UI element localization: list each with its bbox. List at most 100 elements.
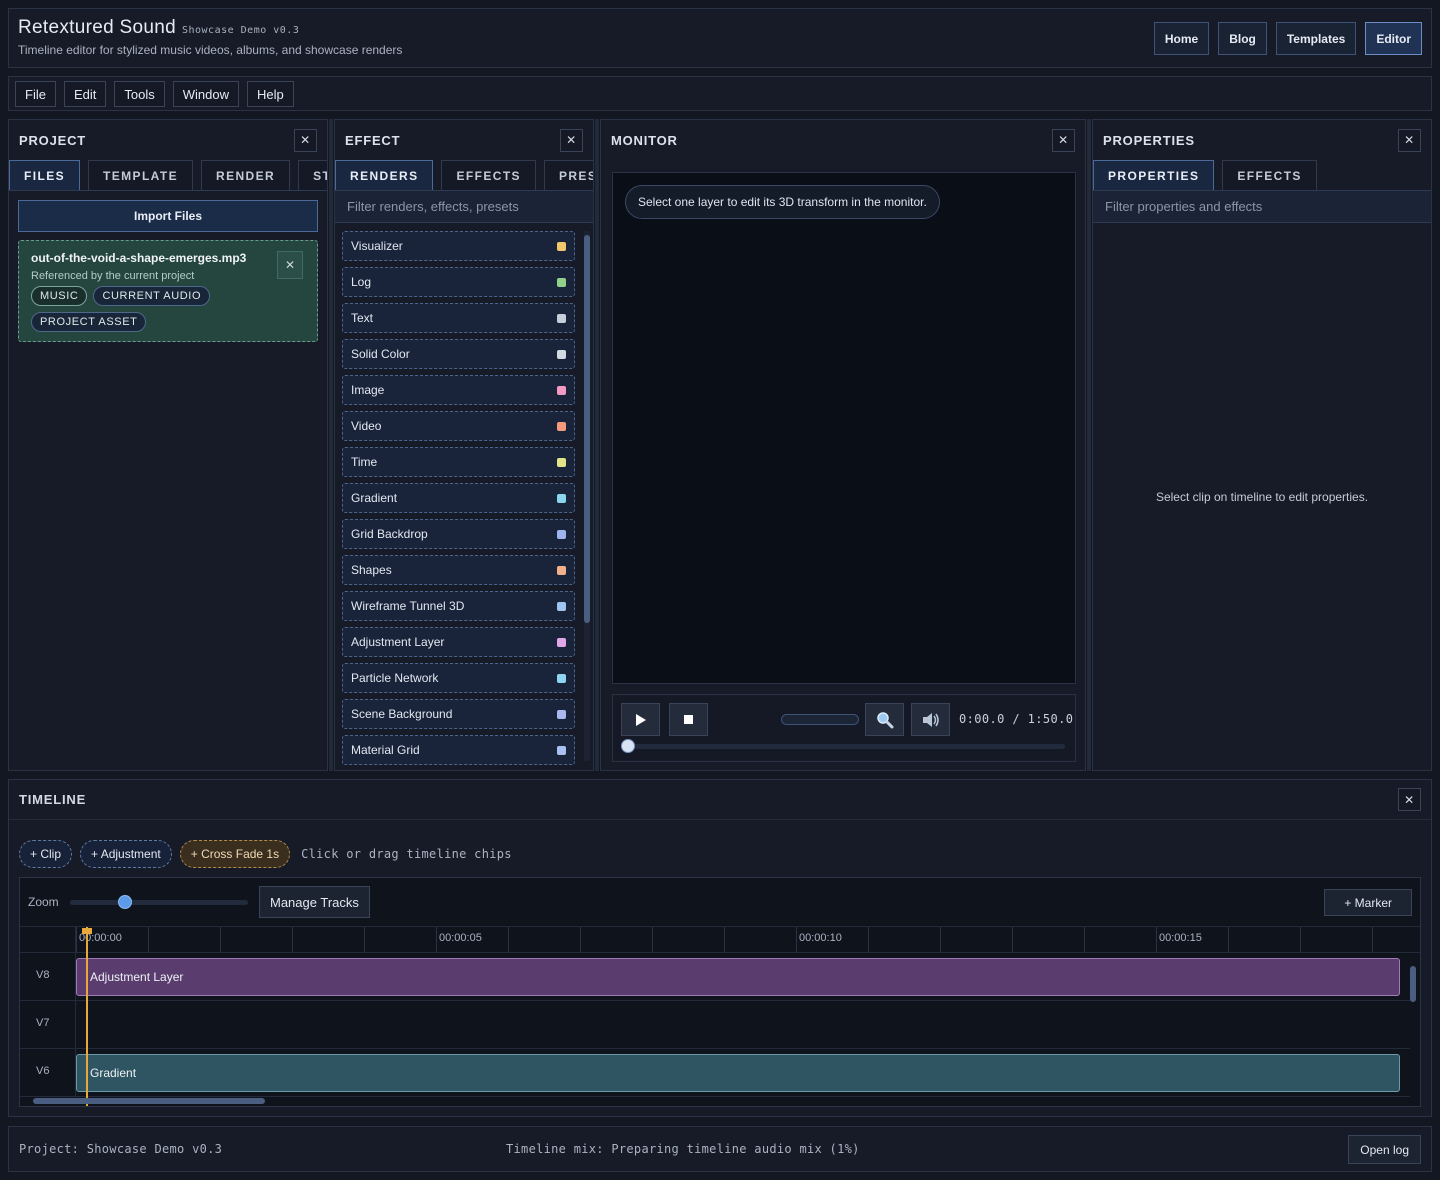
- file-name: out-of-the-void-a-shape-emerges.mp3: [31, 251, 247, 265]
- timeline-clip[interactable]: Gradient: [76, 1054, 1400, 1092]
- render-item[interactable]: Text: [342, 303, 575, 333]
- render-item[interactable]: Shapes: [342, 555, 575, 585]
- ruler-tick: [1372, 927, 1373, 953]
- file-card[interactable]: out-of-the-void-a-shape-emerges.mp3 Refe…: [18, 240, 318, 342]
- add-marker-button[interactable]: + Marker: [1324, 889, 1412, 916]
- ruler-tick: [220, 927, 221, 953]
- menu-help[interactable]: Help: [246, 81, 294, 107]
- remove-file-button[interactable]: ✕: [277, 251, 303, 279]
- playback-scrubber[interactable]: [621, 739, 1065, 753]
- nav-home-button[interactable]: Home: [1153, 22, 1210, 55]
- render-item-label: Visualizer: [351, 239, 403, 253]
- mute-button[interactable]: [911, 703, 950, 736]
- scrollbar-thumb[interactable]: [33, 1098, 265, 1104]
- app-header: Retextured Sound Showcase Demo v0.3 Timel…: [8, 8, 1432, 68]
- open-log-button[interactable]: Open log: [1348, 1135, 1421, 1164]
- playhead[interactable]: [86, 927, 88, 1106]
- scrubber-knob[interactable]: [621, 739, 635, 753]
- render-item[interactable]: Image: [342, 375, 575, 405]
- properties-filter-input[interactable]: [1093, 191, 1431, 223]
- zoom-knob[interactable]: [118, 895, 132, 909]
- tab-st[interactable]: ST: [298, 160, 327, 190]
- color-swatch: [557, 673, 566, 683]
- render-item[interactable]: Grid Backdrop: [342, 519, 575, 549]
- tab-files[interactable]: FILES: [9, 160, 81, 190]
- timeline-vertical-scrollbar[interactable]: [1410, 962, 1416, 1092]
- tab-effects[interactable]: EFFECTS: [441, 160, 536, 190]
- monitor-viewport[interactable]: Select one layer to edit its 3D transfor…: [612, 172, 1076, 684]
- render-item[interactable]: Time: [342, 447, 575, 477]
- color-swatch: [557, 421, 566, 431]
- render-item[interactable]: Particle Network: [342, 663, 575, 693]
- track-row[interactable]: V8 Adjustment Layer: [20, 953, 1410, 1001]
- render-item[interactable]: Material Grid: [342, 735, 575, 765]
- render-item[interactable]: Solid Color: [342, 339, 575, 369]
- timeline-close-button[interactable]: ✕: [1398, 788, 1421, 811]
- effect-filter-input[interactable]: [335, 191, 593, 223]
- track-row[interactable]: V6 Gradient: [20, 1049, 1410, 1097]
- tab-template[interactable]: TEMPLATE: [88, 160, 193, 190]
- menu-edit[interactable]: Edit: [63, 81, 107, 107]
- app-title-text: Retextured Sound: [18, 17, 176, 38]
- nav-templates-button[interactable]: Templates: [1275, 22, 1357, 55]
- color-swatch: [557, 709, 566, 719]
- track-row[interactable]: V7: [20, 1001, 1410, 1049]
- tab-properties[interactable]: PROPERTIES: [1093, 160, 1215, 190]
- play-button[interactable]: [621, 703, 660, 736]
- zoom-view-button[interactable]: [865, 703, 904, 736]
- render-item-label: Wireframe Tunnel 3D: [351, 599, 465, 613]
- manage-tracks-button[interactable]: Manage Tracks: [259, 886, 370, 918]
- timeline-clip[interactable]: Adjustment Layer: [76, 958, 1400, 996]
- properties-close-button[interactable]: ✕: [1398, 128, 1421, 152]
- menu-tools[interactable]: Tools: [114, 81, 165, 107]
- render-item[interactable]: Visualizer: [342, 231, 575, 261]
- monitor-close-button[interactable]: ✕: [1052, 128, 1075, 152]
- properties-tabs: PROPERTIES EFFECTS: [1093, 160, 1431, 191]
- project-panel: PROJECT ✕ FILES TEMPLATE RENDER ST Impor…: [8, 119, 328, 771]
- tab-render[interactable]: RENDER: [201, 160, 291, 190]
- render-item[interactable]: Log: [342, 267, 575, 297]
- chips-hint: Click or drag timeline chips: [301, 847, 512, 861]
- render-list-scrollbar[interactable]: [584, 231, 590, 761]
- render-item[interactable]: Scene Background: [342, 699, 575, 729]
- project-close-button[interactable]: ✕: [294, 128, 317, 152]
- add-cross-fade-chip[interactable]: + Cross Fade 1s: [179, 840, 291, 868]
- effect-close-button[interactable]: ✕: [560, 128, 583, 152]
- render-item[interactable]: Adjustment Layer: [342, 627, 575, 657]
- ruler-tick: [1300, 927, 1301, 953]
- color-swatch: [557, 385, 566, 395]
- import-files-button[interactable]: Import Files: [18, 200, 318, 232]
- status-bar: Project: Showcase Demo v0.3 Timeline mix…: [8, 1126, 1432, 1172]
- tab-properties-effects[interactable]: EFFECTS: [1222, 160, 1317, 190]
- add-clip-chip[interactable]: + Clip: [19, 840, 73, 868]
- panel-splitter[interactable]: [329, 119, 333, 771]
- properties-panel-title: PROPERTIES: [1103, 132, 1195, 148]
- tab-renders[interactable]: RENDERS: [335, 160, 434, 190]
- timeline-horizontal-scrollbar[interactable]: [30, 1098, 1408, 1104]
- render-item[interactable]: Video: [342, 411, 575, 441]
- render-item[interactable]: Gradient: [342, 483, 575, 513]
- app-subtitle: Timeline editor for stylized music video…: [18, 43, 403, 57]
- stop-button[interactable]: [669, 703, 708, 736]
- scrollbar-thumb[interactable]: [584, 235, 590, 623]
- render-item[interactable]: Wireframe Tunnel 3D: [342, 591, 575, 621]
- nav-blog-button[interactable]: Blog: [1218, 22, 1267, 55]
- ruler-tick: [148, 927, 149, 953]
- zoom-slider[interactable]: [70, 895, 248, 909]
- time-ruler[interactable]: 00:00:00 00:00:05 00:00:10 00:00:15: [76, 927, 1420, 953]
- ruler-tick: [868, 927, 869, 953]
- menu-file[interactable]: File: [15, 81, 56, 107]
- menu-window[interactable]: Window: [172, 81, 239, 107]
- nav-editor-button[interactable]: Editor: [1365, 22, 1422, 55]
- track-label: V7: [20, 1001, 76, 1049]
- effect-panel-header: EFFECT ✕: [335, 120, 593, 160]
- tab-presets[interactable]: PRES: [543, 160, 593, 190]
- scrollbar-thumb[interactable]: [1410, 966, 1416, 1002]
- close-icon: ✕: [566, 133, 577, 147]
- add-adjustment-chip[interactable]: + Adjustment: [80, 840, 172, 868]
- color-swatch: [557, 601, 566, 611]
- panel-splitter[interactable]: [1087, 119, 1091, 771]
- panel-splitter[interactable]: [595, 119, 599, 771]
- color-swatch: [557, 529, 566, 539]
- volume-slider[interactable]: [781, 714, 859, 725]
